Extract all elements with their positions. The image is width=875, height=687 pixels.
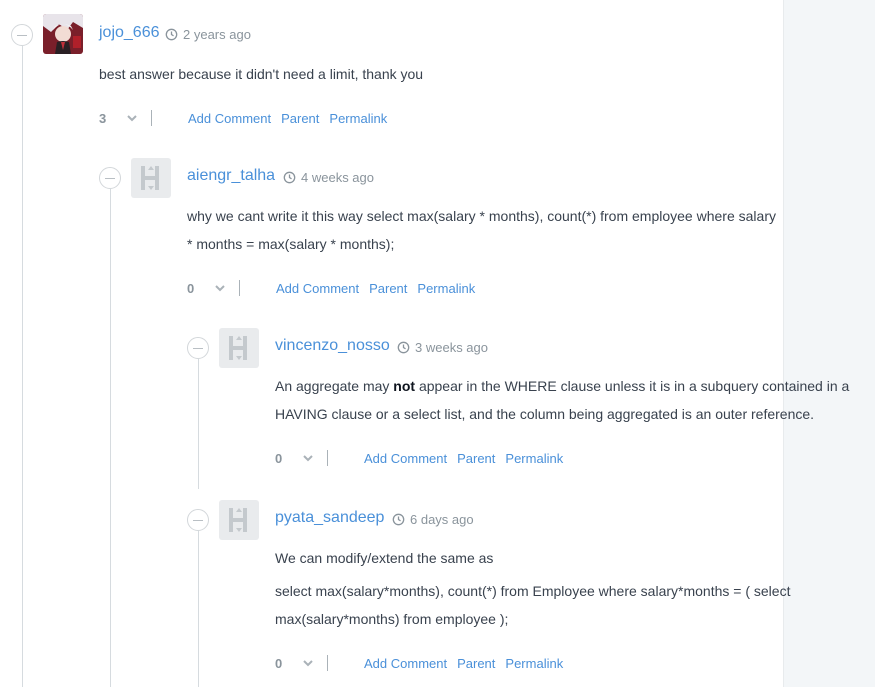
comment-body: why we cant write it this way select max… bbox=[187, 202, 777, 258]
collapse-icon[interactable] bbox=[99, 167, 121, 189]
chevron-down-icon[interactable] bbox=[213, 281, 227, 295]
thread-line bbox=[22, 46, 23, 687]
divider bbox=[239, 280, 240, 296]
avatar[interactable] bbox=[219, 328, 259, 368]
permalink-link[interactable]: Permalink bbox=[505, 656, 563, 671]
add-comment-link[interactable]: Add Comment bbox=[364, 451, 447, 466]
chevron-down-icon[interactable] bbox=[301, 451, 315, 465]
thread-line bbox=[110, 189, 111, 687]
clock-icon bbox=[283, 171, 296, 184]
add-comment-link[interactable]: Add Comment bbox=[188, 111, 271, 126]
avatar[interactable] bbox=[219, 500, 259, 540]
parent-link[interactable]: Parent bbox=[369, 281, 407, 296]
chevron-down-icon[interactable] bbox=[125, 111, 139, 125]
avatar[interactable] bbox=[43, 14, 83, 54]
avatar[interactable] bbox=[131, 158, 171, 198]
timestamp-text: 3 weeks ago bbox=[415, 340, 488, 355]
body-text-bold: not bbox=[393, 378, 416, 394]
username[interactable]: jojo_666 bbox=[99, 24, 160, 42]
collapse-icon[interactable] bbox=[187, 509, 209, 531]
timestamp-text: 6 days ago bbox=[410, 512, 474, 527]
divider bbox=[327, 655, 328, 671]
vote-count: 3 bbox=[99, 110, 107, 126]
add-comment-link[interactable]: Add Comment bbox=[364, 656, 447, 671]
timestamp: 4 weeks ago bbox=[283, 170, 374, 185]
vote-count: 0 bbox=[275, 655, 283, 671]
chevron-down-icon[interactable] bbox=[301, 656, 315, 670]
comment-paragraph: We can modify/extend the same as bbox=[275, 550, 494, 566]
permalink-link[interactable]: Permalink bbox=[417, 281, 475, 296]
collapse-icon[interactable] bbox=[11, 24, 33, 46]
vote-count: 0 bbox=[187, 280, 195, 296]
divider bbox=[327, 450, 328, 466]
comment-body: best answer because it didn't need a lim… bbox=[99, 60, 769, 88]
comment-actions: 0 Add Comment Parent Permalink bbox=[275, 448, 563, 468]
parent-link[interactable]: Parent bbox=[457, 656, 495, 671]
vote-count: 0 bbox=[275, 450, 283, 466]
username[interactable]: pyata_sandeep bbox=[275, 509, 384, 527]
comment-actions: 0 Add Comment Parent Permalink bbox=[275, 653, 563, 673]
comment-actions: 3 Add Comment Parent Permalink bbox=[99, 108, 387, 128]
clock-icon bbox=[392, 513, 405, 526]
comment-paragraph: best answer because it didn't need a lim… bbox=[99, 66, 424, 82]
comment-paragraph: An aggregate may not appear in the WHERE… bbox=[275, 372, 871, 428]
comment-actions: 0 Add Comment Parent Permalink bbox=[187, 278, 475, 298]
timestamp-text: 2 years ago bbox=[183, 27, 251, 42]
thread-line bbox=[198, 531, 199, 687]
hackerrank-h-icon bbox=[141, 166, 159, 190]
timestamp-text: 4 weeks ago bbox=[301, 170, 374, 185]
clock-icon bbox=[165, 28, 178, 41]
hackerrank-h-icon bbox=[229, 508, 247, 532]
collapse-icon[interactable] bbox=[187, 337, 209, 359]
timestamp: 3 weeks ago bbox=[397, 340, 488, 355]
parent-link[interactable]: Parent bbox=[457, 451, 495, 466]
comment-body: An aggregate may not appear in the WHERE… bbox=[275, 372, 871, 428]
timestamp: 6 days ago bbox=[392, 512, 474, 527]
divider bbox=[151, 110, 152, 126]
parent-link[interactable]: Parent bbox=[281, 111, 319, 126]
body-text-part: An aggregate may bbox=[275, 378, 394, 394]
thread-line bbox=[198, 359, 199, 489]
add-comment-link[interactable]: Add Comment bbox=[276, 281, 359, 296]
hackerrank-h-icon bbox=[229, 336, 247, 360]
comment-paragraph: why we cant write it this way select max… bbox=[187, 208, 776, 252]
clock-icon bbox=[397, 341, 410, 354]
comment-body: We can modify/extend the same as select … bbox=[275, 544, 835, 633]
timestamp: 2 years ago bbox=[165, 27, 251, 42]
username[interactable]: aiengr_talha bbox=[187, 167, 275, 185]
permalink-link[interactable]: Permalink bbox=[329, 111, 387, 126]
comment-paragraph: select max(salary*months), count(*) from… bbox=[275, 583, 791, 627]
username[interactable]: vincenzo_nosso bbox=[275, 337, 390, 355]
permalink-link[interactable]: Permalink bbox=[505, 451, 563, 466]
